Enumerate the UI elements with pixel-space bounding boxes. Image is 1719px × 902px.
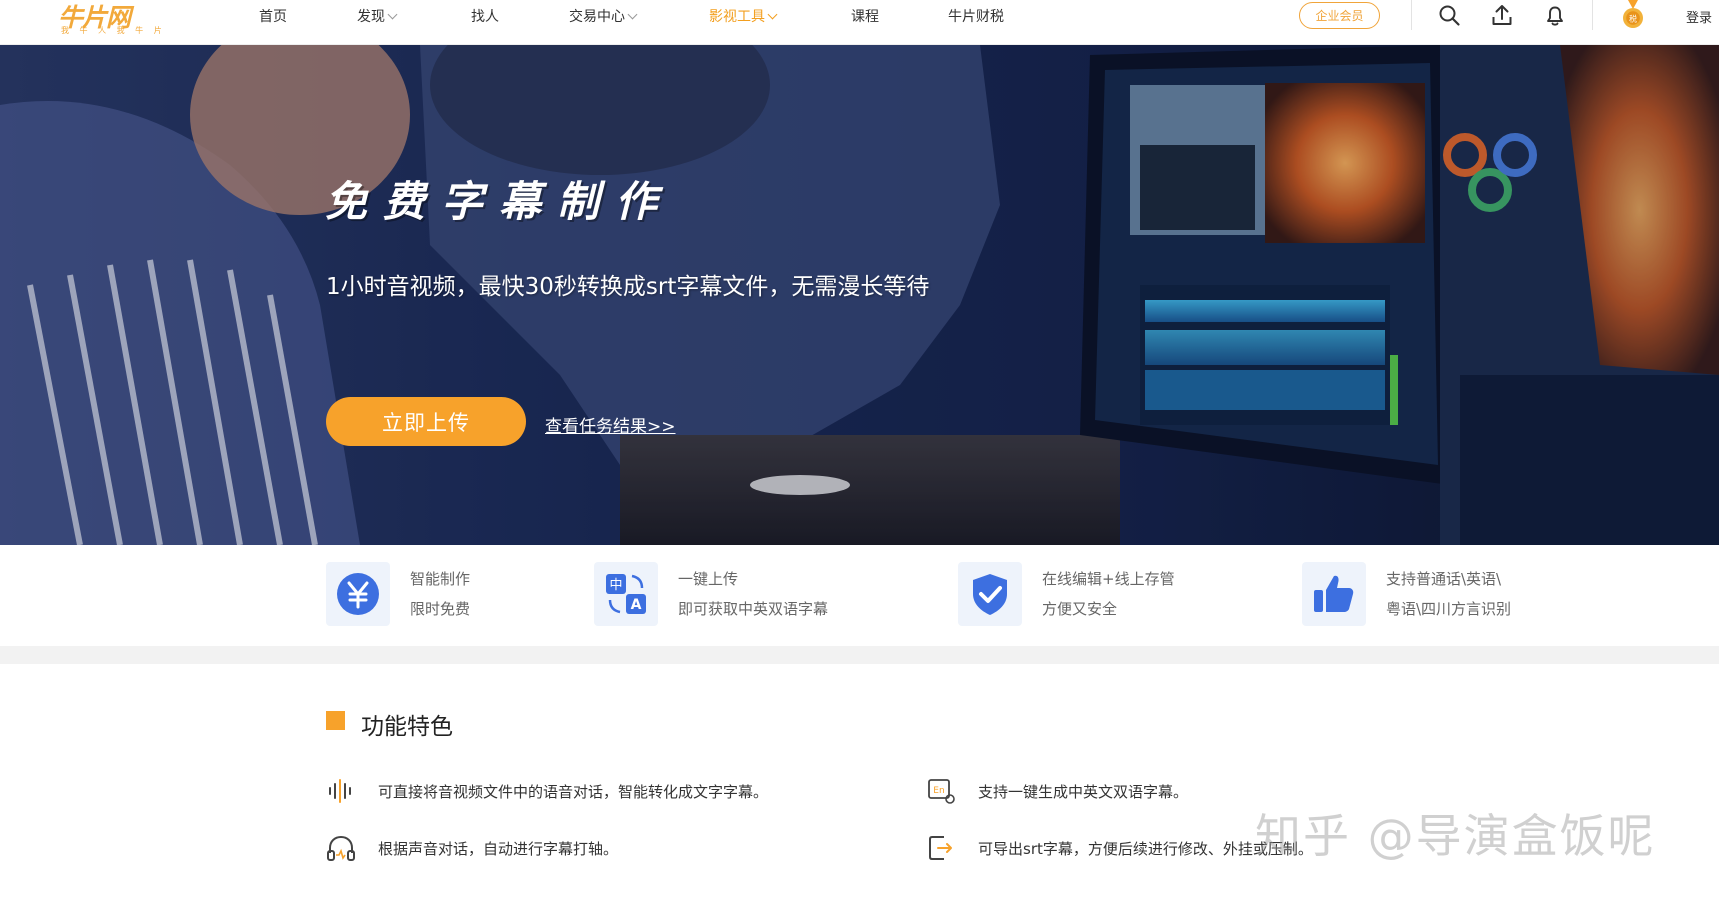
- feature-line1: 在线编辑+线上存管: [1042, 570, 1175, 588]
- feature-line1: 一键上传: [678, 570, 739, 588]
- nav-label: 影视工具: [709, 9, 765, 25]
- feature-line2: 即可获取中英双语字幕: [678, 600, 829, 618]
- thumbs-up-icon: [1302, 562, 1366, 626]
- feature-dialect-support: 支持普通话\英语\ 粤语\四川方言识别: [1302, 562, 1582, 628]
- bilingual-icon: En: [928, 779, 955, 804]
- feature-line2: 方便又安全: [1042, 600, 1118, 618]
- section-title: 功能特色: [361, 714, 453, 740]
- feature-line2: 限时免费: [410, 600, 471, 618]
- nav-trading-center[interactable]: 交易中心: [569, 6, 638, 26]
- shield-check-icon: [958, 562, 1022, 626]
- search-icon[interactable]: [1437, 3, 1461, 27]
- list-item: 根据声音对话，自动进行字幕打轴。: [326, 833, 846, 863]
- nav-label: 首页: [259, 9, 287, 25]
- nav-label: 课程: [851, 9, 879, 25]
- view-task-results-link[interactable]: 查看任务结果>>: [545, 412, 676, 437]
- nav-label: 交易中心: [569, 9, 625, 25]
- feature-online-edit: 在线编辑+线上存管 方便又安全: [958, 562, 1238, 628]
- feature-smart-make: 智能制作 限时免费: [326, 562, 556, 628]
- feature-one-click-upload: 中 A 一键上传 即可获取中英双语字幕: [594, 562, 894, 628]
- nav-courses[interactable]: 课程: [851, 6, 879, 26]
- export-icon: [929, 836, 952, 860]
- login-link[interactable]: 登录: [1686, 7, 1712, 26]
- nav-label: 发现: [357, 9, 385, 25]
- banner-subtitle: 1小时音视频，最快30秒转换成srt字幕文件，无需漫长等待: [326, 274, 930, 300]
- feature-text: 支持一键生成中英文双语字幕。: [978, 783, 1189, 801]
- nav-film-tools[interactable]: 影视工具: [709, 6, 778, 26]
- nav-discover[interactable]: 发现: [357, 6, 398, 26]
- site-logo[interactable]: 牛片网 我 牛 人 我 牛 片: [58, 0, 168, 38]
- upload-icon[interactable]: [1490, 3, 1514, 27]
- nav-label: 找人: [471, 9, 499, 25]
- svg-text:A: A: [631, 597, 642, 613]
- bell-icon[interactable]: [1543, 3, 1567, 27]
- nav-find-people[interactable]: 找人: [471, 6, 499, 26]
- logo-tagline: 我 牛 人 我 牛 片: [61, 26, 166, 35]
- svg-text:中: 中: [609, 578, 622, 593]
- feature-line1: 支持普通话\英语\: [1386, 570, 1502, 588]
- translate-icon: 中 A: [594, 562, 658, 626]
- nav-home[interactable]: 首页: [259, 6, 287, 26]
- feature-text: 可直接将音视频文件中的语音对话，智能转化成文字字幕。: [378, 783, 769, 801]
- zhihu-watermark: 知乎 @导演盒饭呢: [1255, 809, 1656, 863]
- headphones-icon: [327, 835, 355, 861]
- svg-text:En: En: [933, 786, 944, 796]
- top-navigation-bar: 牛片网 我 牛 人 我 牛 片 首页 发现 找人 交易中心 影视工具 课程 牛片…: [0, 0, 1719, 45]
- feature-text: 根据声音对话，自动进行字幕打轴。: [378, 840, 619, 858]
- audio-wave-icon: [329, 779, 351, 803]
- divider: [1411, 0, 1412, 30]
- chevron-down-icon: [387, 9, 398, 19]
- nav-tax[interactable]: 牛片财税: [948, 6, 1004, 26]
- feature-line1: 智能制作: [410, 570, 471, 588]
- banner-title: 免费字幕制作: [325, 177, 674, 226]
- chevron-down-icon: [767, 9, 778, 19]
- svg-text:税: 税: [1629, 14, 1637, 24]
- divider: [1592, 0, 1593, 30]
- feature-line2: 粤语\四川方言识别: [1386, 600, 1512, 618]
- yen-icon: [326, 562, 390, 626]
- upload-now-button[interactable]: 立即上传: [326, 397, 526, 446]
- section-divider-band: [0, 646, 1719, 664]
- chevron-down-icon: [627, 9, 638, 19]
- medal-icon[interactable]: 税: [1622, 0, 1644, 30]
- list-item: 可直接将音视频文件中的语音对话，智能转化成文字字幕。: [326, 776, 846, 806]
- nav-label: 牛片财税: [948, 9, 1004, 25]
- enterprise-vip-button[interactable]: 企业会员: [1299, 2, 1380, 29]
- hero-banner: 免费字幕制作 1小时音视频，最快30秒转换成srt字幕文件，无需漫长等待 立即上…: [0, 45, 1719, 545]
- section-marker: [326, 711, 345, 730]
